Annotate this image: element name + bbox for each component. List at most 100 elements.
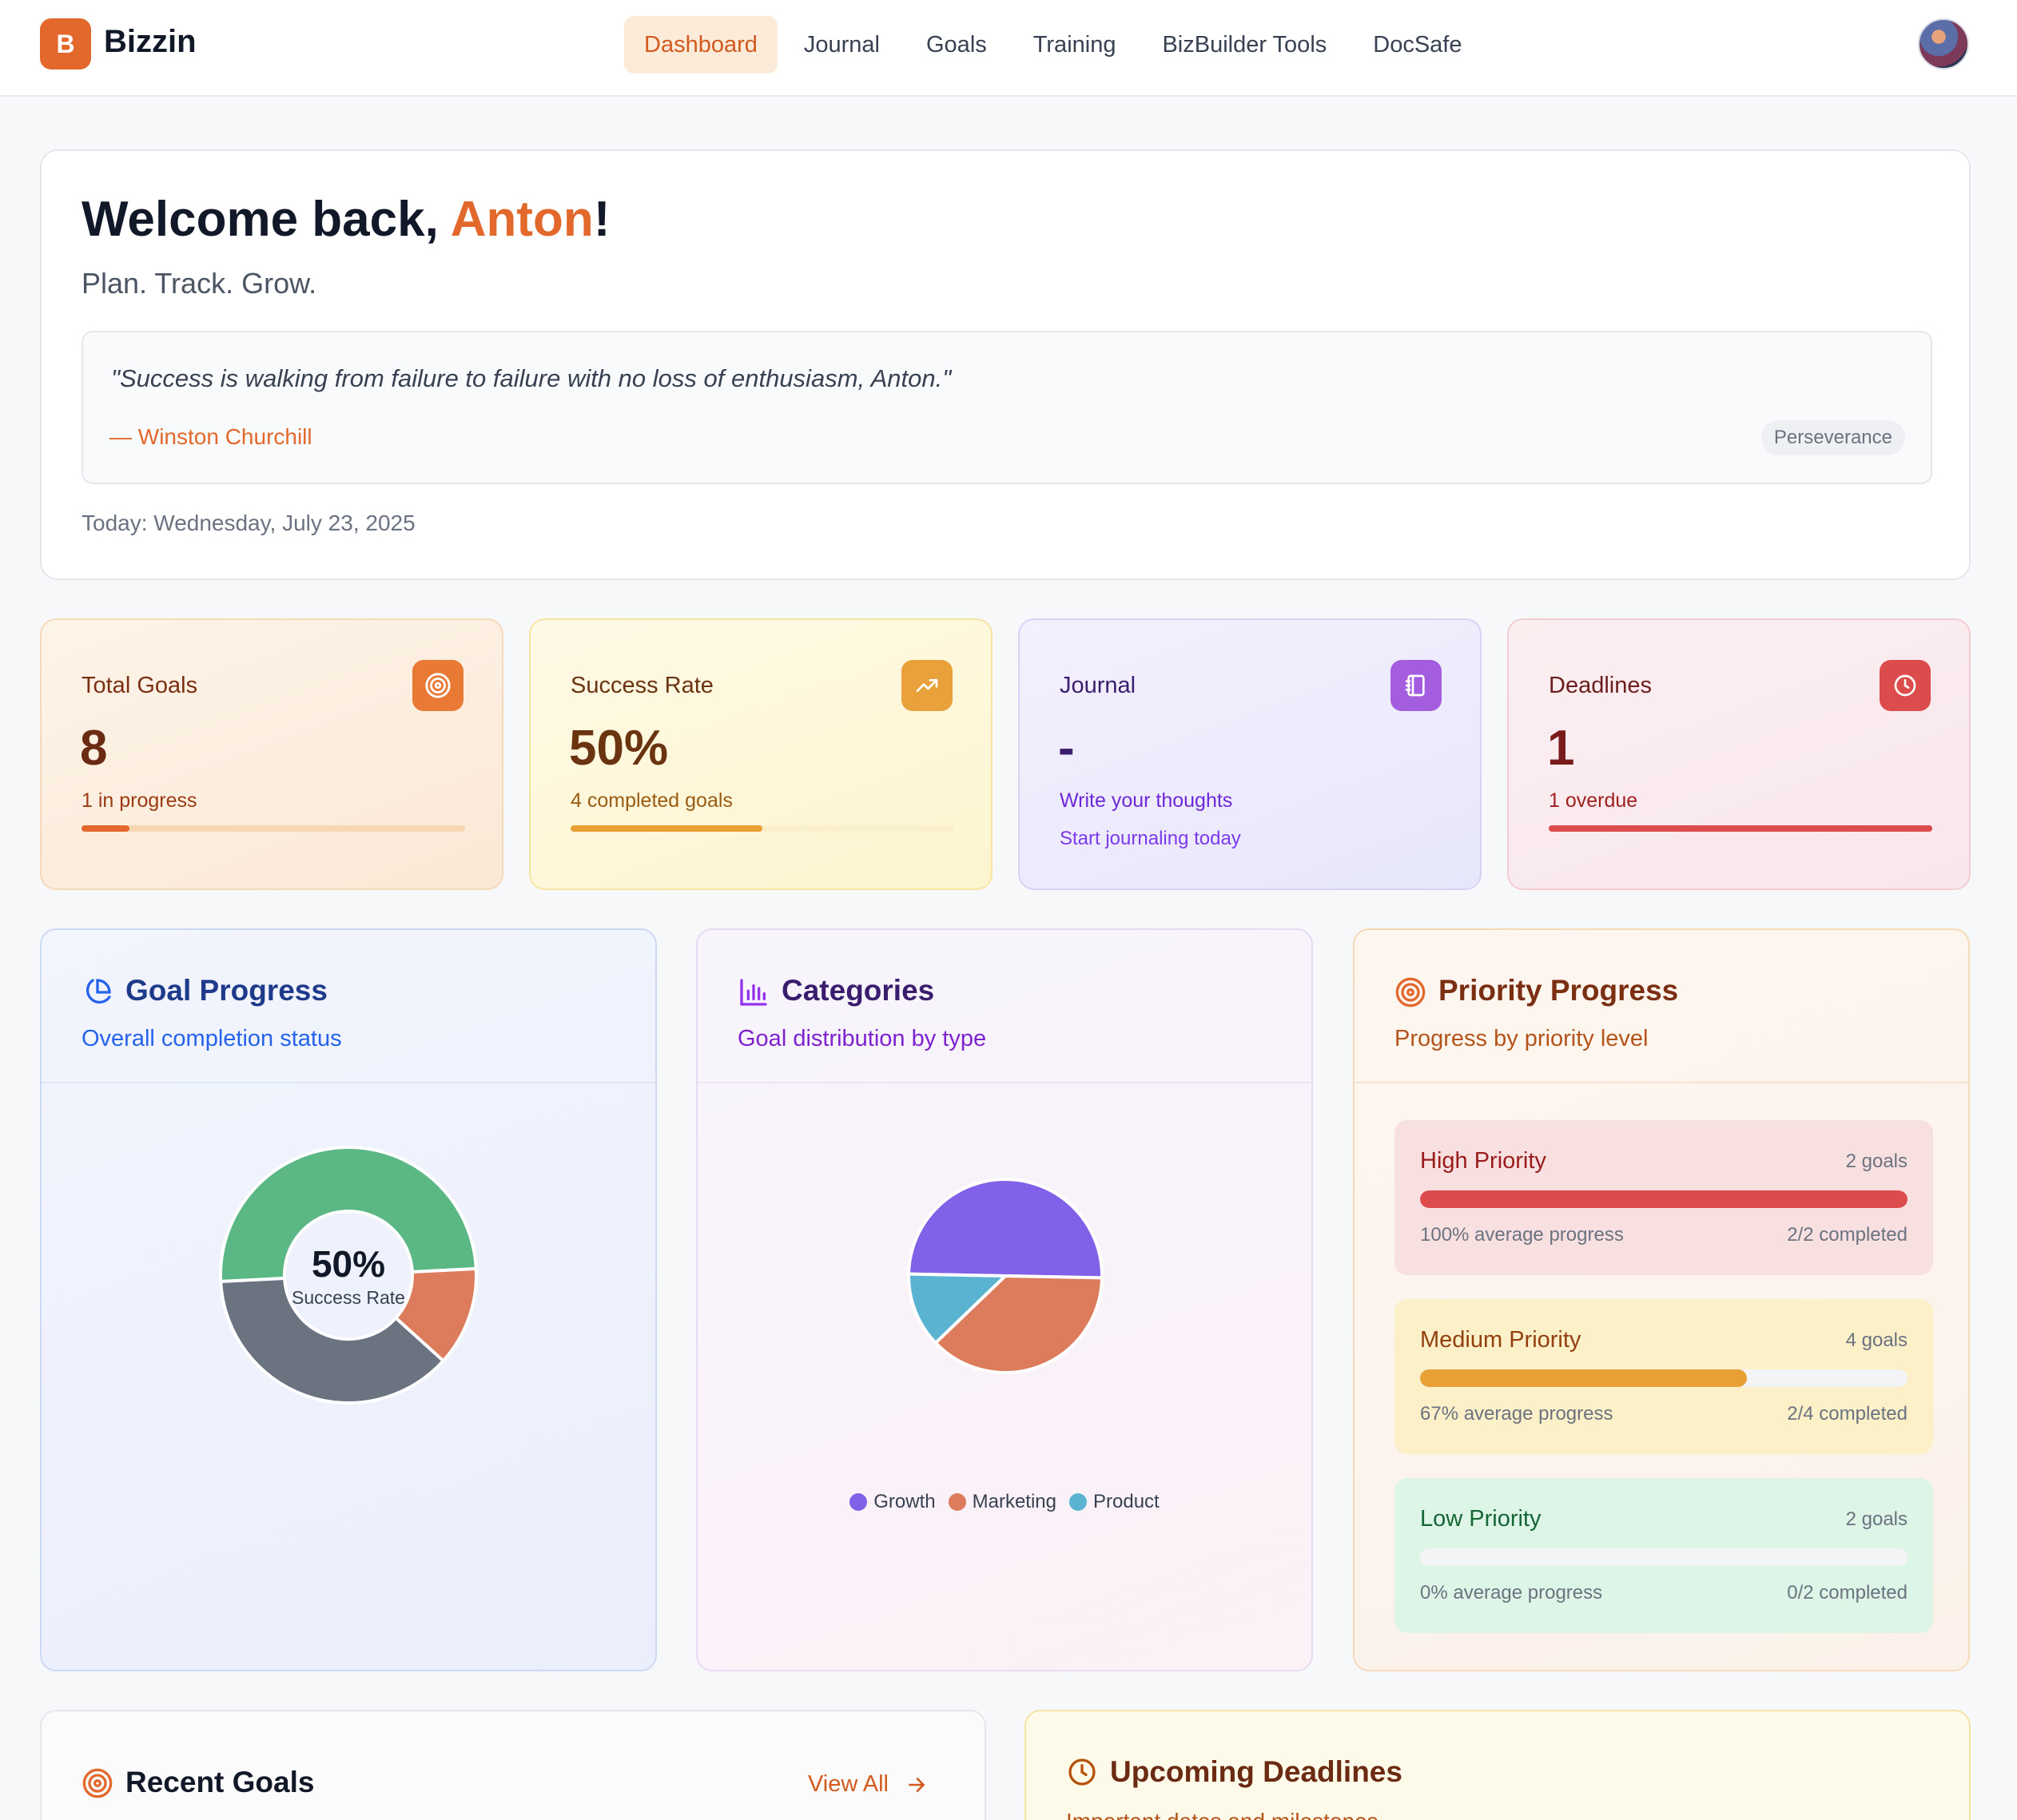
pie-chart (906, 1178, 1104, 1374)
priority-progress-fill (1420, 1190, 1908, 1208)
priority-completed: 0/2 completed (1787, 1582, 1908, 1603)
priority-card-low[interactable]: Low Priority 2 goals 0% average progress… (1394, 1478, 1933, 1633)
legend-label: Product (1093, 1491, 1160, 1512)
quote-box: "Success is walking from failure to fail… (82, 331, 1932, 484)
greeting-prefix: Welcome back, (82, 192, 451, 247)
stat-sub: Write your thoughts (1060, 789, 1233, 812)
stat-sub-secondary[interactable]: Start journaling today (1060, 828, 1241, 850)
greeting-suffix: ! (593, 192, 611, 247)
view-all-label: View All (807, 1771, 889, 1797)
priority-name: Low Priority (1420, 1506, 1542, 1532)
panel-title: Recent Goals (125, 1766, 315, 1798)
stat-title: Total Goals (82, 673, 198, 698)
target-icon (412, 660, 463, 711)
progress-track (571, 825, 954, 832)
stat-value: 50% (569, 721, 669, 776)
legend-item-marketing[interactable]: Marketing (948, 1491, 1056, 1513)
panel-header: Goal Progress Overall completion status (42, 930, 655, 1083)
goal-progress-panel: Goal Progress Overall completion status … (40, 928, 657, 1671)
progress-track (82, 825, 465, 832)
clock-icon (1068, 1758, 1096, 1786)
user-name: Anton (450, 192, 594, 247)
categories-panel: Categories Goal distribution by type Gro… (696, 928, 1313, 1671)
priority-name: Medium Priority (1420, 1327, 1581, 1353)
today-date: Today: Wednesday, July 23, 2025 (82, 511, 416, 535)
tab-dashboard[interactable]: Dashboard (624, 16, 778, 74)
pie-slice-growth[interactable] (906, 1178, 1104, 1280)
stat-card-success-rate[interactable]: Success Rate 50% 4 completed goals (529, 618, 993, 890)
donut-center: 50% Success Rate (219, 1146, 478, 1405)
stat-sub: 1 in progress (82, 789, 197, 812)
quote-author: — Winston Churchill (109, 424, 312, 449)
legend-label: Growth (873, 1491, 936, 1512)
quote-text: "Success is walking from failure to fail… (111, 364, 952, 392)
tab-docsafe[interactable]: DocSafe (1353, 16, 1482, 74)
chart-legend: Growth Marketing Product (698, 1491, 1311, 1513)
stat-sub: 1 overdue (1549, 789, 1638, 812)
tab-training[interactable]: Training (1013, 16, 1136, 74)
priority-card-medium[interactable]: Medium Priority 4 goals 67% average prog… (1394, 1299, 1933, 1454)
recent-goals-panel: Recent Goals View All (40, 1710, 986, 1820)
quote-tag: Perseverance (1760, 420, 1905, 455)
progress-fill (571, 825, 762, 832)
legend-dot (849, 1493, 868, 1511)
bar-chart-icon (740, 979, 767, 1006)
trending-up-icon (901, 660, 953, 711)
upcoming-deadlines-panel: Upcoming Deadlines Important dates and m… (1024, 1710, 1971, 1820)
legend-dot (948, 1493, 966, 1511)
priority-goal-count: 4 goals (1845, 1329, 1908, 1351)
priority-completed: 2/4 completed (1787, 1403, 1908, 1425)
tagline: Plan. Track. Grow. (82, 267, 317, 300)
priority-name: High Priority (1420, 1148, 1546, 1174)
legend-label: Marketing (972, 1491, 1056, 1512)
progress-track (1549, 825, 1932, 832)
stat-value: - (1058, 721, 1075, 776)
clock-icon (1880, 660, 1931, 711)
priority-progress-panel: Priority Progress Progress by priority l… (1353, 928, 1970, 1671)
panel-subtitle: Overall completion status (82, 1026, 342, 1051)
tab-goals[interactable]: Goals (906, 16, 1007, 74)
stat-card-deadlines[interactable]: Deadlines 1 1 overdue (1507, 618, 1971, 890)
nav-tabs: Dashboard Journal Goals Training BizBuil… (624, 16, 1482, 74)
avatar[interactable] (1918, 18, 1969, 70)
welcome-heading: Welcome back, Anton! (82, 191, 610, 248)
panel-subtitle: Progress by priority level (1394, 1026, 1649, 1051)
panel-subtitle: Important dates and milestones (1066, 1809, 1378, 1820)
donut-caption: Success Rate (292, 1286, 405, 1308)
priority-average: 0% average progress (1420, 1582, 1603, 1603)
stat-card-journal[interactable]: Journal - Write your thoughts Start jour… (1018, 618, 1482, 890)
stat-value: 1 (1547, 721, 1575, 776)
top-nav: B Bizzin Dashboard Journal Goals Trainin… (0, 0, 2017, 97)
view-all-link[interactable]: View All (808, 1771, 927, 1798)
progress-fill (1549, 825, 1932, 832)
panel-header: Priority Progress Progress by priority l… (1355, 930, 1968, 1083)
pie-chart-icon (86, 979, 111, 1004)
priority-card-high[interactable]: High Priority 2 goals 100% average progr… (1394, 1120, 1933, 1275)
logo-icon[interactable]: B (40, 18, 91, 70)
panel-subtitle: Goal distribution by type (738, 1026, 987, 1051)
panel-title: Categories (782, 974, 935, 1007)
brand-name[interactable]: Bizzin (104, 24, 197, 60)
panel-header: Categories Goal distribution by type (698, 930, 1311, 1083)
priority-goal-count: 2 goals (1845, 1508, 1908, 1530)
tab-bizbuilder-tools[interactable]: BizBuilder Tools (1142, 16, 1347, 74)
tab-journal[interactable]: Journal (784, 16, 900, 74)
priority-average: 67% average progress (1420, 1403, 1613, 1425)
stat-sub: 4 completed goals (571, 789, 733, 812)
panel-title: Priority Progress (1438, 974, 1679, 1007)
priority-completed: 2/2 completed (1787, 1224, 1908, 1246)
progress-fill (82, 825, 129, 832)
stat-title: Journal (1060, 673, 1136, 698)
stat-title: Deadlines (1549, 673, 1652, 698)
priority-average: 100% average progress (1420, 1224, 1624, 1246)
notebook-icon (1390, 660, 1442, 711)
priority-goal-count: 2 goals (1845, 1150, 1908, 1172)
legend-item-product[interactable]: Product (1069, 1491, 1160, 1513)
arrow-right-icon (909, 1777, 925, 1792)
stat-value: 8 (80, 721, 108, 776)
stat-card-total-goals[interactable]: Total Goals 8 1 in progress (40, 618, 503, 890)
priority-progress-track (1420, 1190, 1908, 1208)
legend-item-growth[interactable]: Growth (849, 1491, 936, 1513)
goal-progress-donut: 50% Success Rate (219, 1146, 478, 1405)
welcome-card: Welcome back, Anton! Plan. Track. Grow. … (40, 149, 1971, 580)
